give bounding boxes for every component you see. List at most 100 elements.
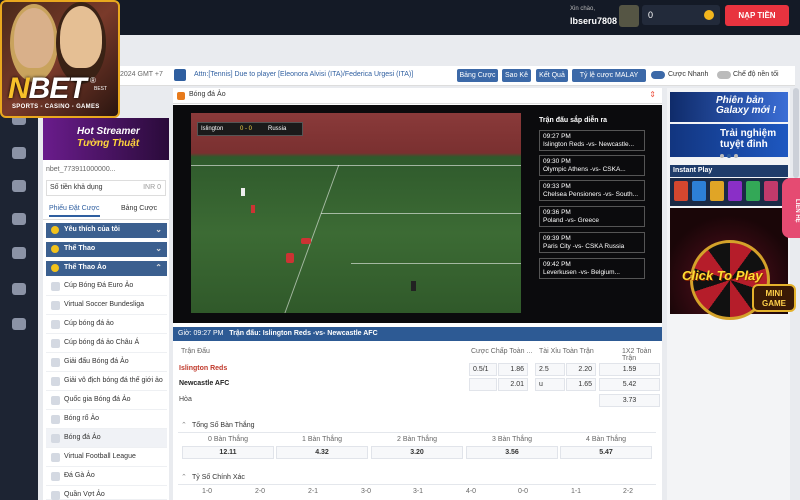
model-face-right <box>60 6 102 68</box>
hdp-home-odds[interactable]: 1.86 <box>498 363 528 376</box>
game-tile[interactable] <box>764 181 778 201</box>
list-item[interactable]: Virtual Soccer Bundesliga <box>46 296 167 315</box>
hdp-away-odds[interactable]: 2.01 <box>498 378 528 391</box>
goals-label: 0 Bàn Thắng <box>208 436 248 443</box>
experience-banner[interactable]: Trải nghiệm tuyệt đỉnh <box>670 124 788 157</box>
carousel-dot[interactable] <box>734 154 738 158</box>
contact-tab[interactable]: LIÊN HỆ <box>782 178 800 238</box>
scrollbar[interactable] <box>793 88 799 178</box>
statement-button[interactable]: Sao Kê <box>502 69 531 82</box>
sport-icon <box>51 301 60 310</box>
announcement-marquee[interactable]: Attn:[Tennis] Due to player [Eleonora Al… <box>194 71 413 78</box>
col-match: Trận Đấu <box>181 348 210 355</box>
sport-icon <box>51 396 60 405</box>
quick-bet-toggle[interactable] <box>651 71 665 79</box>
upcoming-match[interactable]: 09:42 PM Leverkusen -vs- Belgium... <box>539 258 645 279</box>
username[interactable]: lbseru7808 <box>570 16 617 26</box>
sport-icon <box>51 472 60 481</box>
list-item[interactable]: Virtual Football League <box>46 448 167 467</box>
available-balance-label: Số tiền khả dụng <box>50 184 103 191</box>
banner1-line2: Galaxy mới ! <box>716 105 777 116</box>
list-item[interactable]: Giải vô địch bóng đá thế giới ảo <box>46 372 167 391</box>
sport-icon <box>51 339 60 348</box>
section-favorites[interactable]: Yêu thích của tôi ⌄ <box>46 223 167 238</box>
goals-odds[interactable]: 4.32 <box>276 446 368 459</box>
goals-odds[interactable]: 3.56 <box>466 446 558 459</box>
x12-draw-odds[interactable]: 3.73 <box>599 394 660 407</box>
chevron-up-icon: ⌃ <box>181 474 187 481</box>
dark-mode-toggle[interactable] <box>717 71 731 79</box>
game-tile[interactable] <box>692 181 706 201</box>
search-icon[interactable] <box>174 69 186 81</box>
game-grid <box>670 178 788 206</box>
casino-icon[interactable] <box>12 147 26 159</box>
list-item[interactable]: Giải đấu Bóng đá Ảo <box>46 353 167 372</box>
results-button[interactable]: Kết Quả <box>536 69 568 82</box>
odds-table-button[interactable]: Bảng Cược <box>457 69 498 82</box>
tab-bet-list[interactable]: Bảng Cược <box>121 205 157 212</box>
promo-line1: Hot Streamer <box>77 126 140 137</box>
expand-icon[interactable]: ⇕ <box>649 90 656 99</box>
odds-header-row: Trận Đấu Cược Chấp Toàn ... Tài Xỉu Toàn… <box>173 345 662 362</box>
avatar[interactable] <box>619 5 639 27</box>
sport-icon <box>51 377 60 386</box>
goals-odds[interactable]: 5.47 <box>560 446 652 459</box>
goals-odds[interactable]: 3.20 <box>371 446 463 459</box>
odds-type-select[interactable]: Tỷ lệ cược MALAY <box>572 69 646 82</box>
balance-value: 0 <box>648 10 654 20</box>
click-to-play-text[interactable]: Click To Play <box>682 268 762 283</box>
list-item[interactable]: Cúp bóng đá ảo <box>46 315 167 334</box>
list-item-active[interactable]: Bóng đá Ảo <box>46 429 167 448</box>
soccer-icon <box>177 92 185 100</box>
upcoming-match[interactable]: 09:33 PM Chelsea Pensioners -vs- South... <box>539 180 645 201</box>
speed-icon[interactable] <box>12 318 26 330</box>
section-virtual-sports[interactable]: Thể Thao Ảo ⌃ <box>46 261 167 276</box>
logo-best: BEST <box>94 86 108 92</box>
upcoming-match[interactable]: 09:36 PM Poland -vs- Greece <box>539 206 645 227</box>
market-total-goals[interactable]: ⌃ Tổng Số Bàn Thắng <box>178 420 656 433</box>
tab-bet-slip[interactable]: Phiếu Đặt Cược <box>49 205 100 217</box>
slots-icon[interactable] <box>12 180 26 192</box>
score-label: 0-0 <box>517 488 529 495</box>
video-stream[interactable] <box>191 113 521 313</box>
list-item[interactable]: Đá Gà Ảo <box>46 467 167 486</box>
upcoming-match[interactable]: 09:30 PM Olympic Athens -vs- CSKA... <box>539 155 645 176</box>
lottery-icon[interactable] <box>12 247 26 259</box>
list-item[interactable]: Cúp Bóng Đá Euro Ảo <box>46 277 167 296</box>
cards-icon[interactable] <box>12 213 26 225</box>
account-id: nbet_773911000000... <box>46 166 116 173</box>
bet-tabs: Phiếu Đặt Cược Bảng Cược <box>43 202 169 220</box>
nbet-logo[interactable]: NBET ® BEST SPORTS - CASINO - GAMES <box>0 0 120 118</box>
mini-game-button[interactable]: MINI GAME <box>752 284 796 312</box>
hot-streamer-promo[interactable]: Hot Streamer Tường Thuật <box>43 118 169 160</box>
list-item[interactable]: Cúp bóng đá ảo Châu Á <box>46 334 167 353</box>
section-sports[interactable]: Thể Thao ⌄ <box>46 242 167 257</box>
match-info-bar: Giờ: 09:27 PM Trận đấu: Islington Reds -… <box>173 327 662 341</box>
game-tile[interactable] <box>674 181 688 201</box>
dark-mode-label: Chế độ nền tối <box>733 71 779 78</box>
game-tile[interactable] <box>710 181 724 201</box>
esports-icon[interactable] <box>12 283 26 295</box>
score-label: 1-0 <box>201 488 213 495</box>
deposit-button[interactable]: NẠP TIỀN <box>725 5 789 26</box>
goals-odds[interactable]: 12.11 <box>182 446 274 459</box>
x12-away-odds[interactable]: 5.42 <box>599 378 660 391</box>
game-tile[interactable] <box>728 181 742 201</box>
carousel-dot-active[interactable] <box>727 154 731 158</box>
upcoming-match[interactable]: 09:27 PM Islington Reds -vs- Newcastle... <box>539 130 645 151</box>
carousel-dot[interactable] <box>720 154 724 158</box>
away-team: Newcastle AFC <box>179 380 230 387</box>
chevron-down-icon: ⌄ <box>155 225 162 234</box>
x12-home-odds[interactable]: 1.59 <box>599 363 660 376</box>
list-item[interactable]: Bóng rổ Ảo <box>46 410 167 429</box>
upcoming-match[interactable]: 09:39 PM Paris City -vs- CSKA Russia <box>539 232 645 253</box>
model-face-left <box>14 8 54 68</box>
list-item[interactable]: Quốc gia Bóng đá Ảo <box>46 391 167 410</box>
ou-over-odds[interactable]: 2.20 <box>566 363 596 376</box>
hdp-away-line <box>469 378 497 391</box>
market-correct-score[interactable]: ⌃ Tỷ Số Chính Xác <box>178 472 656 485</box>
list-item[interactable]: Quần Vợt Ảo <box>46 486 167 500</box>
ou-under-odds[interactable]: 1.65 <box>566 378 596 391</box>
game-tile[interactable] <box>746 181 760 201</box>
galaxy-banner[interactable]: Phiên bản Galaxy mới ! <box>670 92 788 122</box>
